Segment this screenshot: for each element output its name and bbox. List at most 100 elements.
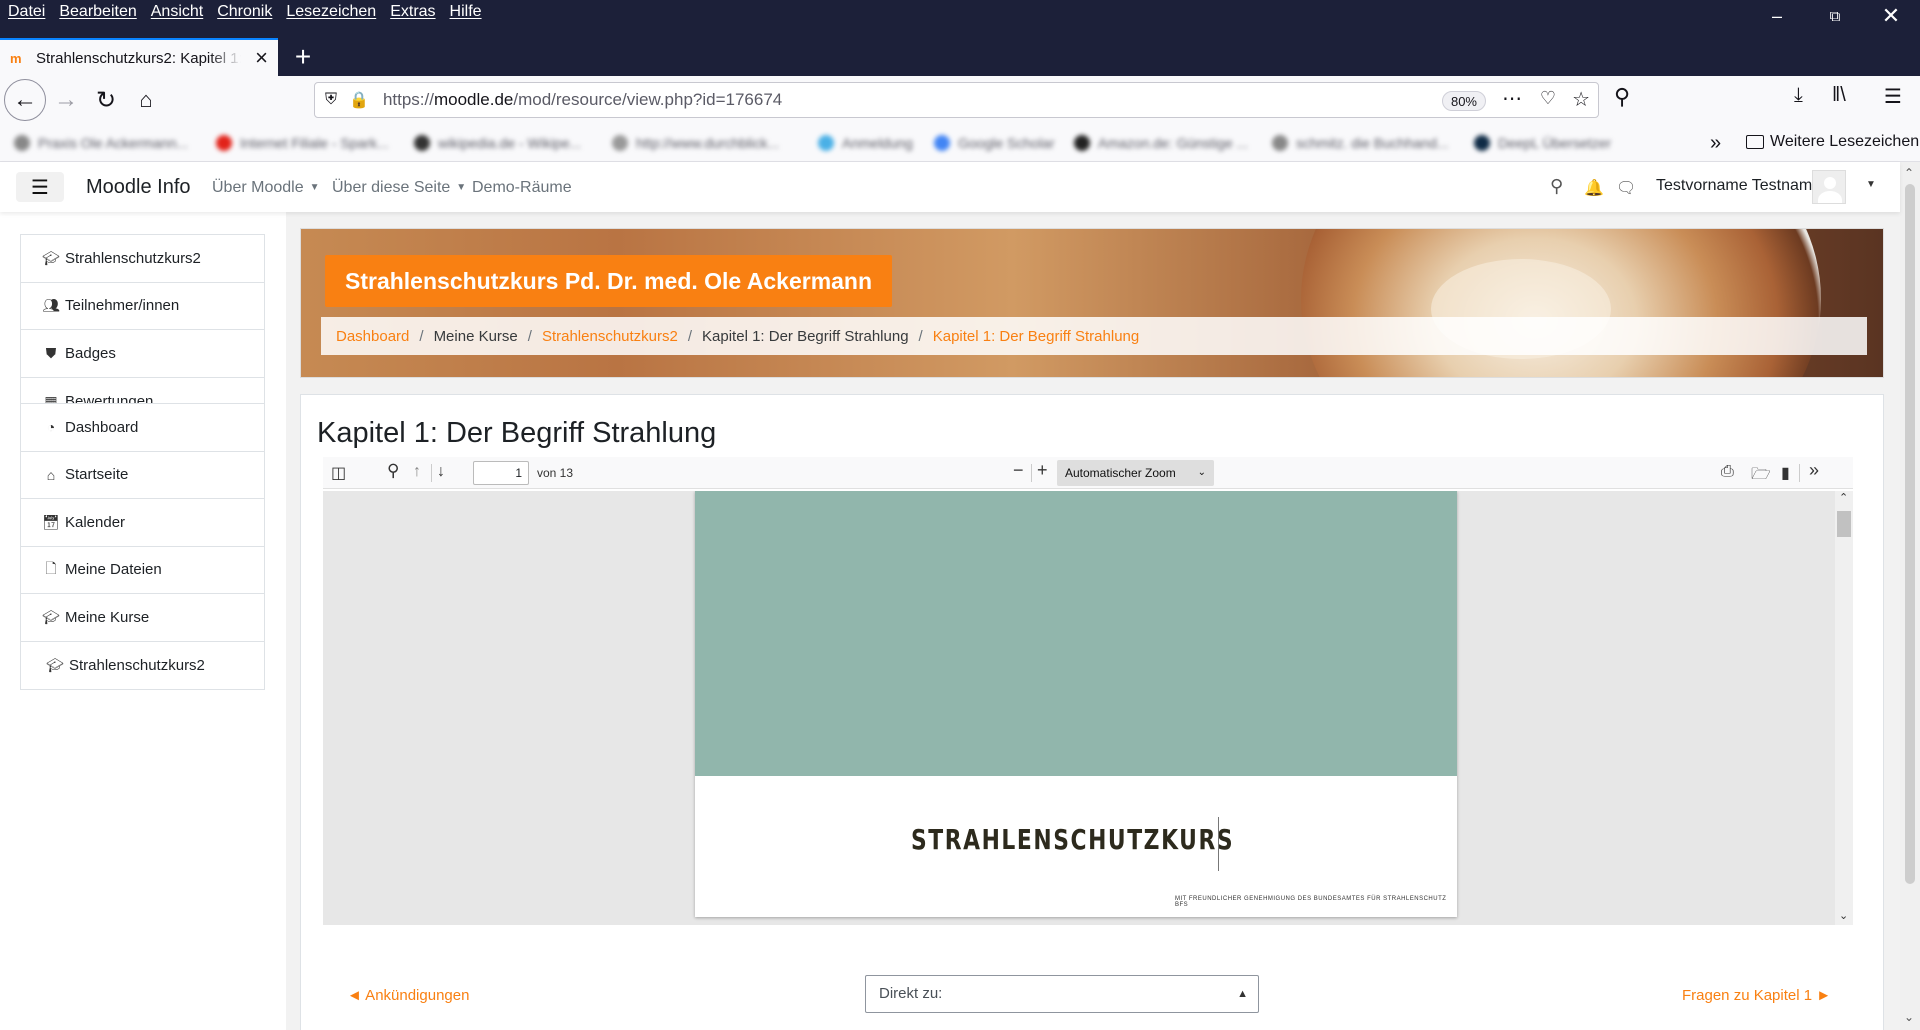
menu-bearbeiten[interactable]: Bearbeiten <box>59 3 136 21</box>
nav-item-label: Meine Dateien <box>65 561 162 579</box>
bookmark-item[interactable]: wikipedia.de - Wikipe... <box>414 134 581 152</box>
menu-demo-raeume[interactable]: Demo-Räume <box>472 179 572 197</box>
lock-icon[interactable]: 🔒 <box>349 90 369 110</box>
bookmark-item[interactable]: http://www.durchblick... <box>612 134 779 152</box>
minimize-button[interactable]: – <box>1750 0 1804 32</box>
home-icon: ⌂ <box>46 466 56 483</box>
breadcrumb-course[interactable]: Strahlenschutzkurs2 <box>542 328 678 345</box>
bookmark-item[interactable]: DeepL Übersetzer <box>1474 134 1611 152</box>
page-count: von 13 <box>537 466 574 480</box>
scroll-down-icon[interactable]: ⌄ <box>1839 909 1848 922</box>
menu-chronik[interactable]: Chronik <box>217 3 272 21</box>
zoom-in-icon[interactable]: + <box>1037 460 1048 481</box>
nav-item-startseite[interactable]: ⌂ Startseite <box>21 452 264 499</box>
user-name[interactable]: Testvorname Testname <box>1656 177 1821 195</box>
back-button[interactable]: ← <box>4 79 46 121</box>
page-actions-icon[interactable]: ⋯ <box>1502 86 1522 111</box>
menu-ansicht[interactable]: Ansicht <box>151 3 203 21</box>
scroll-up-icon[interactable]: ⌃ <box>1904 166 1914 180</box>
more-bookmarks-chevron-icon[interactable]: » <box>1710 132 1721 155</box>
bookmark-icon[interactable]: ▮ <box>1781 463 1790 483</box>
menu-hilfe[interactable]: Hilfe <box>450 3 482 21</box>
bookmark-star-icon[interactable]: ☆ <box>1572 87 1590 112</box>
messages-icon[interactable]: 🗨 <box>1616 178 1636 198</box>
tools-chevron-icon[interactable]: » <box>1809 460 1819 481</box>
scroll-down-icon[interactable]: ⌄ <box>1904 1010 1914 1024</box>
other-bookmarks-folder[interactable]: Weitere Lesezeichen <box>1746 133 1919 151</box>
download-icon[interactable]: ⤓ <box>1794 84 1803 107</box>
previous-page-icon[interactable]: ↑ <box>413 463 421 481</box>
scroll-up-icon[interactable]: ⌃ <box>1839 491 1848 504</box>
file-icon: 🗋︎ <box>45 559 57 576</box>
nav-item-strahlenschutzkurs2[interactable]: 🎓︎ Strahlenschutzkurs2 <box>21 642 264 690</box>
bookmark-item[interactable]: Amazon.de: Günstige ... <box>1074 134 1248 152</box>
bookmark-item[interactable]: Internet Filiale - Spark... <box>216 134 389 152</box>
bookmark-item[interactable]: Praxis Ole Ackermann... <box>14 134 188 152</box>
browser-tab-active[interactable]: m Strahlenschutzkurs2: Kapitel 1: D × <box>0 38 278 76</box>
menu-extras[interactable]: Extras <box>390 3 435 21</box>
pdf-scrollbar[interactable]: ⌃ ⌄ <box>1835 491 1853 925</box>
notification-bell-icon[interactable]: 🔔 <box>1584 178 1604 198</box>
browser-navbar: ← → ↻ ⌂ ⛨ 🔒 https://moodle.de/mod/resour… <box>0 76 1920 124</box>
menu-ueber-diese-seite[interactable]: Über diese Seite ▼ <box>332 179 466 197</box>
restore-button[interactable]: ⧉ <box>1808 0 1862 32</box>
menu-lesezeichen[interactable]: Lesezeichen <box>286 3 376 21</box>
forward-button[interactable]: → <box>46 80 86 120</box>
zoom-out-icon[interactable]: − <box>1013 460 1024 481</box>
nav-item-dashboard[interactable]: ◔ Dashboard <box>21 404 264 452</box>
jump-to-select[interactable]: Direkt zu: ▲ <box>865 975 1259 1013</box>
user-menu-caret-icon[interactable]: ▼ <box>1866 179 1876 190</box>
scrollbar-thumb[interactable] <box>1905 184 1915 884</box>
shield-icon[interactable]: ⛨ <box>325 91 337 109</box>
sidebar-toggle-icon[interactable]: ◫ <box>331 463 346 483</box>
zoom-indicator[interactable]: 80% <box>1441 91 1486 111</box>
url-bar[interactable]: ⛨ 🔒 https://moodle.de/mod/resource/view.… <box>314 82 1599 118</box>
url-text[interactable]: https://moodle.de/mod/resource/view.php?… <box>383 90 782 110</box>
moodle-favicon-icon: m <box>10 51 22 66</box>
site-brand[interactable]: Moodle Info <box>86 176 191 199</box>
home-button[interactable]: ⌂ <box>126 80 166 120</box>
menu-ueber-moodle[interactable]: Über Moodle ▼ <box>212 179 320 197</box>
resource-content: Kapitel 1: Der Begriff Strahlung ◫ ⚲ ↑ ↓… <box>300 394 1884 1030</box>
pocket-icon[interactable]: ♡ <box>1540 88 1556 109</box>
tab-close-icon[interactable]: × <box>255 45 268 71</box>
nav-item-teilnehmer-innen[interactable]: 👥︎ Teilnehmer/innen <box>21 283 264 330</box>
avatar[interactable] <box>1812 170 1846 204</box>
breadcrumb-current[interactable]: Kapitel 1: Der Begriff Strahlung <box>933 328 1140 345</box>
drawer-toggle-button[interactable]: ☰ <box>16 172 64 202</box>
nav-item-meine-kurse[interactable]: 🎓︎ Meine Kurse <box>21 594 264 642</box>
bookmark-item[interactable]: Anmeldung <box>818 134 913 152</box>
open-file-icon[interactable]: 🗁 <box>1751 463 1771 490</box>
next-page-icon[interactable]: ↓ <box>437 463 445 481</box>
page-scrollbar[interactable]: ⌃ ⌄ <box>1900 162 1920 1030</box>
nav-item-meine-dateien[interactable]: 🗋︎ Meine Dateien <box>21 547 264 594</box>
close-window-button[interactable]: ✕ <box>1864 0 1918 32</box>
bookmark-item[interactable]: schmitz. die Buchhand... <box>1272 134 1449 152</box>
nav-item-strahlenschutzkurs2[interactable]: 🎓︎ Strahlenschutzkurs2 <box>21 235 264 283</box>
next-activity-link[interactable]: Fragen zu Kapitel 1 ► <box>1682 987 1831 1004</box>
nav-item-label: Strahlenschutzkurs2 <box>69 656 205 674</box>
library-icon[interactable]: ‖\ <box>1832 84 1846 107</box>
search-icon[interactable]: ⚲ <box>1550 176 1563 197</box>
pdf-viewer[interactable]: STRAHLENSCHUTZKURS MIT FREUNDLICHER GENE… <box>323 491 1853 925</box>
breadcrumb-dashboard[interactable]: Dashboard <box>336 328 409 345</box>
search-icon[interactable]: ⚲ <box>387 461 399 481</box>
left-drawer: 🎓︎ Strahlenschutzkurs2 👥︎ Teilnehmer/innen ⛊… <box>0 212 282 1030</box>
dashboard-icon: ◔ <box>46 419 56 436</box>
reload-button[interactable]: ↻ <box>86 80 126 120</box>
course-header: Strahlenschutzkurs Pd. Dr. med. Ole Acke… <box>300 228 1884 378</box>
print-icon[interactable]: ⎙ <box>1721 463 1734 481</box>
nav-item-kalender[interactable]: 📅︎ Kalender <box>21 499 264 547</box>
search-icon[interactable]: ⚲ <box>1614 84 1630 110</box>
nav-item-badges[interactable]: ⛊ Badges <box>21 330 264 378</box>
scrollbar-thumb[interactable] <box>1837 511 1851 537</box>
page-number-input[interactable]: 1 <box>473 461 529 485</box>
course-title[interactable]: Strahlenschutzkurs Pd. Dr. med. Ole Acke… <box>325 255 893 307</box>
bookmark-item[interactable]: Google Scholar <box>934 134 1055 152</box>
menu-datei[interactable]: Datei <box>8 3 45 21</box>
app-menu-icon[interactable]: ☰ <box>1884 84 1902 109</box>
new-tab-button[interactable]: + <box>286 40 320 74</box>
zoom-select[interactable]: Automatischer Zoom ⌄ <box>1057 460 1214 486</box>
previous-activity-link[interactable]: ◄ Ankündigungen <box>347 987 469 1004</box>
page-title: Kapitel 1: Der Begriff Strahlung <box>317 417 717 449</box>
